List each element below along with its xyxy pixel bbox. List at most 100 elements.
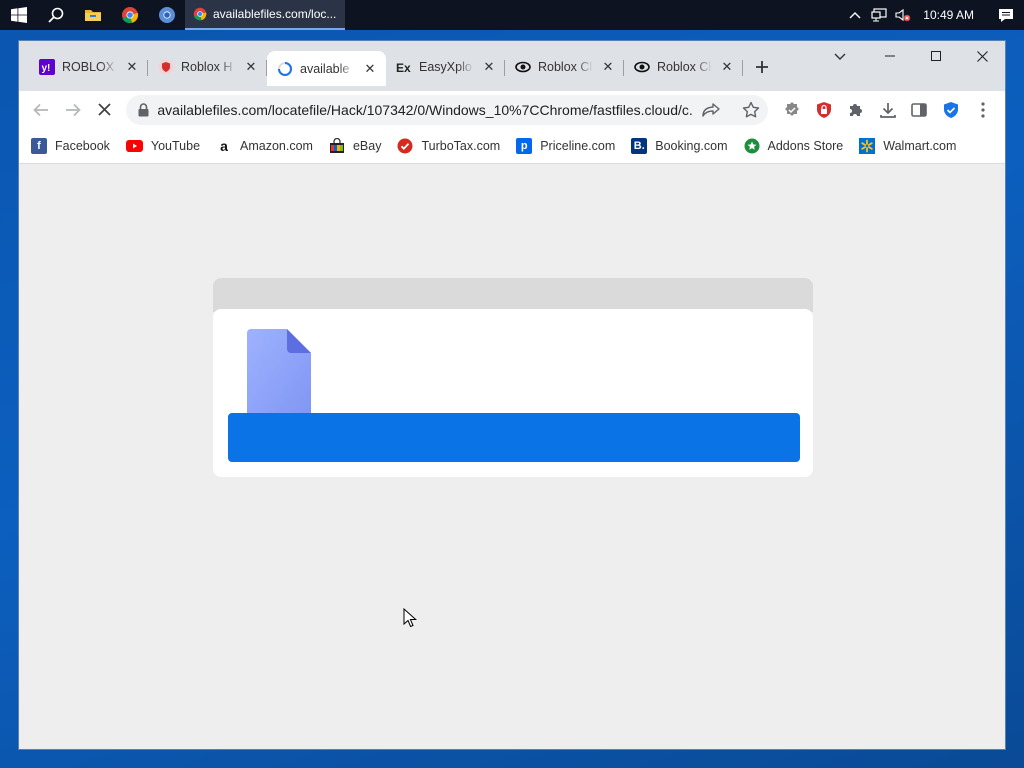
search-button[interactable]: [37, 0, 74, 30]
star-icon[interactable]: [742, 101, 760, 119]
booking-icon: B.: [631, 137, 648, 154]
start-button[interactable]: [0, 0, 37, 30]
bookmark-walmart[interactable]: Walmart.com: [859, 137, 956, 154]
priceline-icon: p: [516, 137, 533, 154]
volume-button[interactable]: [891, 0, 915, 30]
bookmark-facebook[interactable]: f Facebook: [31, 137, 110, 154]
extensions-button[interactable]: [840, 94, 872, 126]
taskbar-clock[interactable]: 10:49 AM: [915, 8, 988, 22]
share-icon[interactable]: [702, 102, 721, 118]
tab-label: EasyXplo: [419, 60, 472, 74]
chrome-taskbar-button[interactable]: [111, 0, 148, 30]
bookmark-label: TurboTax.com: [421, 138, 501, 153]
tab-roblox-hack[interactable]: Roblox H ✕: [148, 51, 267, 83]
tab-roblox-client-2[interactable]: Roblox Cl ✕: [624, 51, 743, 83]
tab-close-icon[interactable]: ✕: [243, 59, 259, 75]
folder-icon: [84, 10, 101, 21]
chrome-icon: [158, 7, 175, 23]
network-icon: [871, 8, 887, 22]
tab-easyxploits[interactable]: Ex EasyXplo ✕: [386, 51, 505, 83]
maximize-button[interactable]: [913, 41, 959, 71]
taskbar: availablefiles.com/loc... 10:49 AM: [0, 0, 1024, 30]
downloads-button[interactable]: [872, 94, 904, 126]
eye-icon: [634, 61, 650, 73]
windows-icon: [10, 7, 27, 23]
badge-icon: [785, 101, 800, 116]
download-card: [213, 309, 813, 477]
more-vert-icon: [981, 101, 985, 118]
tab-close-icon[interactable]: ✕: [600, 59, 616, 75]
tab-availablefiles[interactable]: available ✕: [267, 51, 386, 86]
close-icon: [976, 50, 988, 62]
notifications-button[interactable]: [988, 0, 1024, 30]
tab-search-button[interactable]: [825, 45, 855, 69]
tab-close-icon[interactable]: ✕: [481, 59, 497, 75]
bookmark-youtube[interactable]: YouTube: [125, 138, 201, 153]
bookmark-booking[interactable]: B. Booking.com: [631, 137, 728, 154]
mouse-cursor-icon: [403, 607, 418, 633]
tab-roblox-yahoo[interactable]: y! ROBLOX C ✕: [29, 51, 148, 83]
notification-icon: [999, 8, 1013, 22]
bookmark-amazon[interactable]: a Amazon.com: [216, 138, 313, 154]
bookmark-label: eBay: [352, 138, 382, 153]
bookmark-label: Facebook: [55, 138, 110, 153]
addons-icon: [744, 138, 760, 153]
eye-icon: [515, 61, 531, 73]
close-icon: [98, 103, 111, 116]
active-window-title: availablefiles.com/loc...: [213, 7, 337, 21]
ex-icon: Ex: [396, 61, 411, 75]
back-button[interactable]: [25, 94, 57, 126]
tab-close-icon[interactable]: ✕: [124, 59, 140, 75]
browser-menu-button[interactable]: [967, 94, 999, 126]
page-content: [19, 164, 1005, 749]
bookmark-label: Booking.com: [655, 138, 728, 153]
url-text: availablefiles.com/locatefile/Hack/10734…: [157, 101, 695, 118]
lock-icon: [138, 102, 149, 116]
bookmark-priceline[interactable]: p Priceline.com: [516, 137, 616, 154]
new-tab-button[interactable]: [747, 51, 777, 83]
minimize-button[interactable]: [867, 41, 913, 71]
tray-expand-button[interactable]: [843, 0, 867, 30]
bookmark-label: YouTube: [150, 138, 201, 153]
arrow-right-icon: [65, 103, 81, 116]
amazon-icon: a: [220, 137, 228, 154]
tab-close-icon[interactable]: ✕: [362, 61, 378, 77]
chrome-alt-taskbar-button[interactable]: [148, 0, 185, 30]
download-button[interactable]: [228, 413, 800, 462]
bookmark-ebay[interactable]: eBay: [329, 137, 382, 154]
extension-button-2[interactable]: [808, 94, 840, 126]
facebook-icon: f: [31, 137, 47, 154]
tab-roblox-client-1[interactable]: Roblox Cl ✕: [505, 51, 624, 83]
download-icon: [879, 102, 896, 118]
forward-button[interactable]: [57, 94, 89, 126]
search-icon: [47, 7, 63, 23]
address-bar[interactable]: availablefiles.com/locatefile/Hack/10734…: [126, 94, 769, 125]
bookmark-label: Addons Store: [767, 138, 844, 153]
active-window-taskbar-button[interactable]: availablefiles.com/loc...: [185, 0, 345, 30]
loading-icon: [278, 61, 292, 76]
stop-loading-button[interactable]: [89, 94, 121, 126]
close-window-button[interactable]: [959, 41, 1005, 71]
browser-window: y! ROBLOX C ✕ Roblox H ✕ available ✕ Ex …: [18, 40, 1006, 750]
extension-button-3[interactable]: [935, 94, 967, 126]
puzzle-icon: [849, 103, 862, 116]
tab-label: Roblox H: [181, 60, 233, 74]
bookmark-addons-store[interactable]: Addons Store: [744, 138, 844, 154]
tab-strip: y! ROBLOX C ✕ Roblox H ✕ available ✕ Ex …: [19, 41, 1005, 91]
extension-button-1[interactable]: [776, 94, 808, 126]
shield-lock-icon: [817, 101, 832, 118]
shield-icon: [158, 59, 174, 75]
tab-close-icon[interactable]: ✕: [719, 59, 735, 75]
file-explorer-button[interactable]: [74, 0, 111, 30]
side-panel-button[interactable]: [904, 94, 936, 126]
chrome-icon: [193, 7, 207, 21]
plus-icon: [756, 61, 768, 73]
arrow-left-icon: [33, 103, 48, 116]
maximize-icon: [931, 51, 941, 61]
side-panel-icon: [911, 102, 928, 117]
bookmark-label: Priceline.com: [540, 138, 616, 153]
chevron-down-icon: [834, 53, 846, 60]
volume-muted-icon: [895, 8, 911, 22]
network-button[interactable]: [867, 0, 891, 30]
bookmark-turbotax[interactable]: TurboTax.com: [397, 138, 500, 154]
